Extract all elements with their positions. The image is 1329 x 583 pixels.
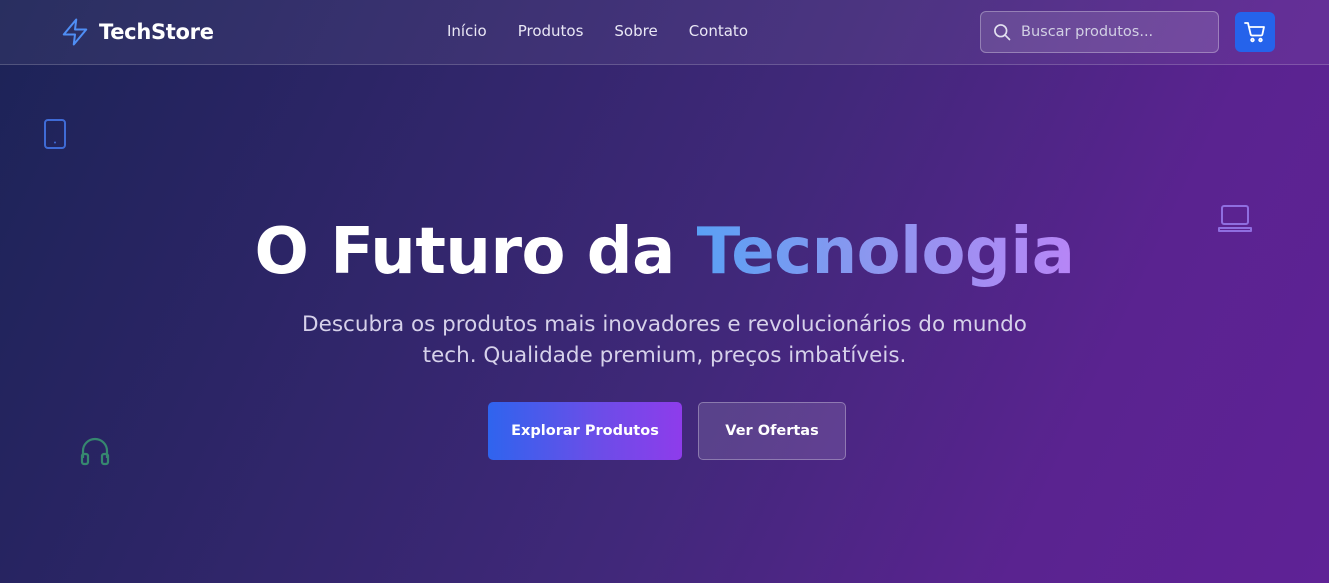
- explore-products-button[interactable]: Explorar Produtos: [488, 402, 682, 460]
- lightning-bolt-icon: [60, 16, 90, 48]
- brand-name: TechStore: [99, 20, 214, 44]
- hero-title: O Futuro da Tecnologia: [0, 212, 1329, 292]
- search-box: [980, 11, 1219, 53]
- nav-link-contato[interactable]: Contato: [689, 22, 748, 40]
- cart-button[interactable]: [1235, 12, 1275, 52]
- hero-title-prefix: O Futuro da: [254, 215, 697, 289]
- main-nav: Início Produtos Sobre Contato: [447, 22, 779, 40]
- nav-link-inicio[interactable]: Início: [447, 22, 487, 40]
- hero-subtitle-line2: tech. Qualidade premium, preços imbatíve…: [422, 343, 907, 368]
- navbar: TechStore Início Produtos Sobre Contato: [0, 0, 1329, 65]
- brand-logo[interactable]: TechStore: [60, 16, 214, 48]
- hero-subtitle: Descubra os produtos mais inovadores e r…: [0, 309, 1329, 371]
- shopping-cart-icon: [1243, 20, 1267, 44]
- view-offers-button[interactable]: Ver Ofertas: [698, 402, 846, 460]
- headphones-icon: [79, 436, 111, 466]
- nav-link-produtos[interactable]: Produtos: [518, 22, 584, 40]
- search-input[interactable]: [1021, 24, 1211, 40]
- smartphone-icon: [42, 118, 68, 150]
- nav-link-sobre[interactable]: Sobre: [614, 22, 657, 40]
- hero-title-accent: Tecnologia: [696, 215, 1075, 289]
- hero-subtitle-line1: Descubra os produtos mais inovadores e r…: [302, 312, 1027, 337]
- search-icon: [992, 22, 1012, 42]
